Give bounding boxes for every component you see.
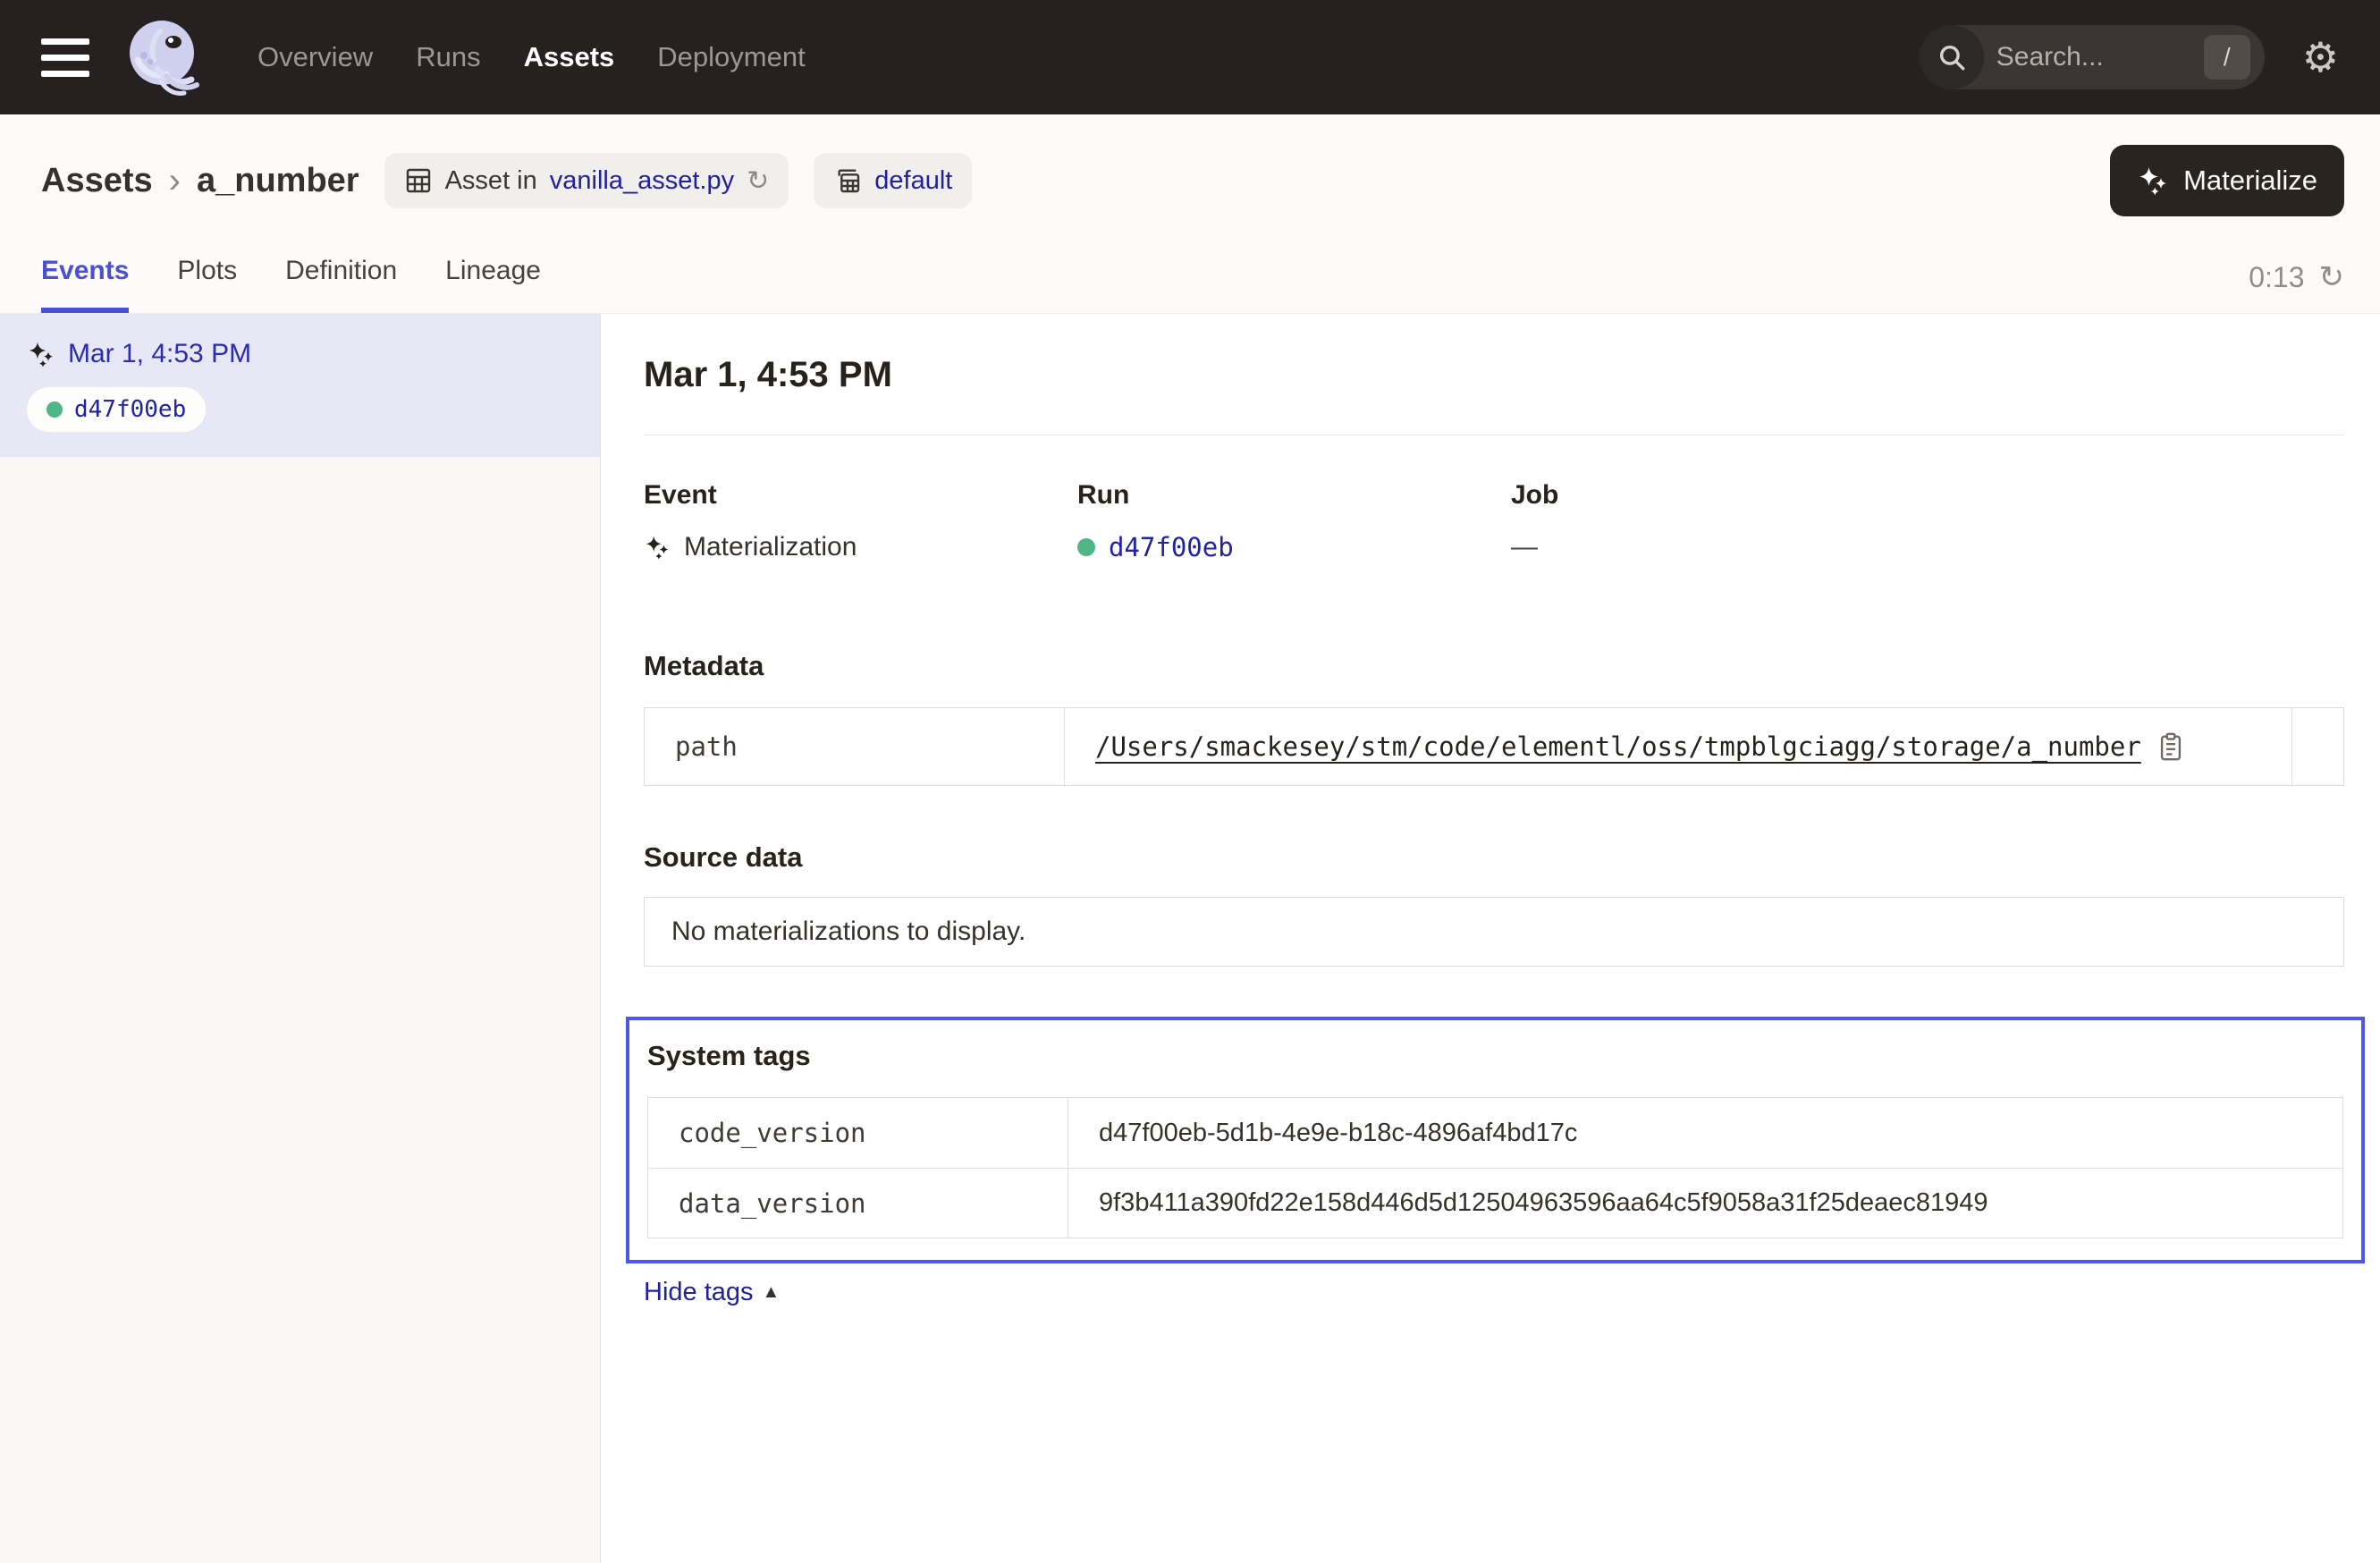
- metadata-table: path /Users/smackesey/stm/code/elementl/…: [644, 707, 2344, 786]
- group-default-link[interactable]: default: [874, 166, 952, 196]
- materialize-button-label: Materialize: [2183, 165, 2317, 197]
- events-sidebar: Mar 1, 4:53 PM d47f00eb: [0, 314, 601, 1563]
- tag-key: data_version: [648, 1169, 1068, 1238]
- page-title: a_number: [197, 162, 359, 200]
- tag-value: d47f00eb-5d1b-4e9e-b18c-4896af4bd17c: [1099, 1119, 1577, 1148]
- source-data-empty-message: No materializations to display.: [671, 917, 1025, 947]
- hide-tags-label: Hide tags: [644, 1278, 754, 1307]
- global-search[interactable]: /: [1920, 25, 2265, 89]
- job-empty-value: —: [1511, 532, 1538, 562]
- settings-gear-icon[interactable]: ⚙: [2302, 37, 2339, 78]
- system-tags-heading: System tags: [647, 1040, 2343, 1072]
- source-data-heading: Source data: [644, 841, 2344, 874]
- tab-definition[interactable]: Definition: [285, 256, 397, 313]
- tag-value: 9f3b411a390fd22e158d446d5d12504963596aa6…: [1099, 1188, 1988, 1218]
- refresh-timer: 0:13 ↻: [2249, 259, 2344, 313]
- event-column-header: Event: [644, 480, 1077, 511]
- run-badge[interactable]: d47f00eb: [27, 387, 206, 432]
- job-column-header: Job: [1511, 480, 2344, 511]
- event-detail-title: Mar 1, 4:53 PM: [644, 355, 2344, 395]
- tab-lineage[interactable]: Lineage: [445, 256, 541, 313]
- asset-chip-prefix: Asset in: [445, 166, 537, 196]
- breadcrumb-assets-link[interactable]: Assets: [41, 162, 153, 200]
- tab-plots[interactable]: Plots: [177, 256, 237, 313]
- nav-item-deployment[interactable]: Deployment: [657, 41, 805, 73]
- run-status-dot: [46, 401, 63, 418]
- tag-key: code_version: [648, 1098, 1068, 1168]
- page-header: Assets › a_number Asset in vanilla_asset…: [0, 114, 2380, 313]
- hide-tags-link[interactable]: Hide tags ▲: [644, 1278, 780, 1307]
- tab-events[interactable]: Events: [41, 256, 129, 313]
- asset-file-link[interactable]: vanilla_asset.py: [550, 166, 734, 196]
- grid-icon: [404, 166, 433, 195]
- dagster-logo-icon[interactable]: [120, 13, 207, 101]
- event-detail-panel: Mar 1, 4:53 PM Event Materialization Run: [601, 314, 2380, 1563]
- reload-icon[interactable]: ↻: [747, 165, 769, 197]
- search-input[interactable]: [1984, 42, 2204, 72]
- refresh-icon[interactable]: ↻: [2319, 259, 2345, 295]
- run-status-dot: [1077, 538, 1095, 556]
- metadata-heading: Metadata: [644, 650, 2344, 682]
- asset-group-chip[interactable]: default: [814, 153, 972, 208]
- run-id-link[interactable]: d47f00eb: [1109, 532, 1234, 562]
- event-type-label: Materialization: [684, 532, 857, 562]
- table-row: code_version d47f00eb-5d1b-4e9e-b18c-489…: [648, 1098, 2342, 1168]
- asset-definition-chip[interactable]: Asset in vanilla_asset.py ↻: [384, 153, 789, 208]
- table-row: data_version 9f3b411a390fd22e158d446d5d1…: [648, 1168, 2342, 1238]
- sparkles-icon: [2137, 165, 2169, 197]
- hamburger-menu-icon[interactable]: [41, 38, 89, 77]
- run-column-header: Run: [1077, 480, 1511, 511]
- run-id-label: d47f00eb: [74, 396, 186, 423]
- refresh-countdown: 0:13: [2249, 261, 2304, 294]
- sparkles-icon: [27, 340, 55, 368]
- table-row: path /Users/smackesey/stm/code/elementl/…: [645, 708, 2343, 785]
- sparkles-icon: [644, 534, 671, 561]
- system-tags-highlight-box: System tags code_version d47f00eb-5d1b-4…: [626, 1017, 2365, 1263]
- layers-grid-icon: [833, 166, 862, 195]
- breadcrumb-chevron-icon: ›: [169, 161, 181, 201]
- nav-item-assets[interactable]: Assets: [524, 41, 615, 73]
- nav-item-runs[interactable]: Runs: [416, 41, 480, 73]
- materialize-button[interactable]: Materialize: [2110, 145, 2344, 216]
- event-timestamp-link[interactable]: Mar 1, 4:53 PM: [68, 339, 251, 369]
- metadata-key: path: [645, 708, 1065, 785]
- event-list-item[interactable]: Mar 1, 4:53 PM d47f00eb: [0, 314, 600, 457]
- collapse-caret-icon: ▲: [763, 1282, 781, 1303]
- metadata-path-link[interactable]: /Users/smackesey/stm/code/elementl/oss/t…: [1095, 731, 2141, 762]
- search-icon: [1920, 25, 1984, 89]
- search-shortcut-badge: /: [2204, 35, 2250, 80]
- system-tags-table: code_version d47f00eb-5d1b-4e9e-b18c-489…: [647, 1097, 2343, 1238]
- nav-item-overview[interactable]: Overview: [257, 41, 373, 73]
- top-navbar: Overview Runs Assets Deployment / ⚙: [0, 0, 2380, 114]
- copy-clipboard-icon[interactable]: [2157, 731, 2184, 762]
- tabs-bar: Events Plots Definition Lineage 0:13 ↻: [0, 216, 2380, 313]
- metadata-actions-cell: [2291, 708, 2343, 785]
- breadcrumb: Assets › a_number Asset in vanilla_asset…: [0, 114, 2380, 216]
- primary-nav: Overview Runs Assets Deployment: [257, 41, 806, 73]
- source-data-empty-state: No materializations to display.: [644, 897, 2344, 967]
